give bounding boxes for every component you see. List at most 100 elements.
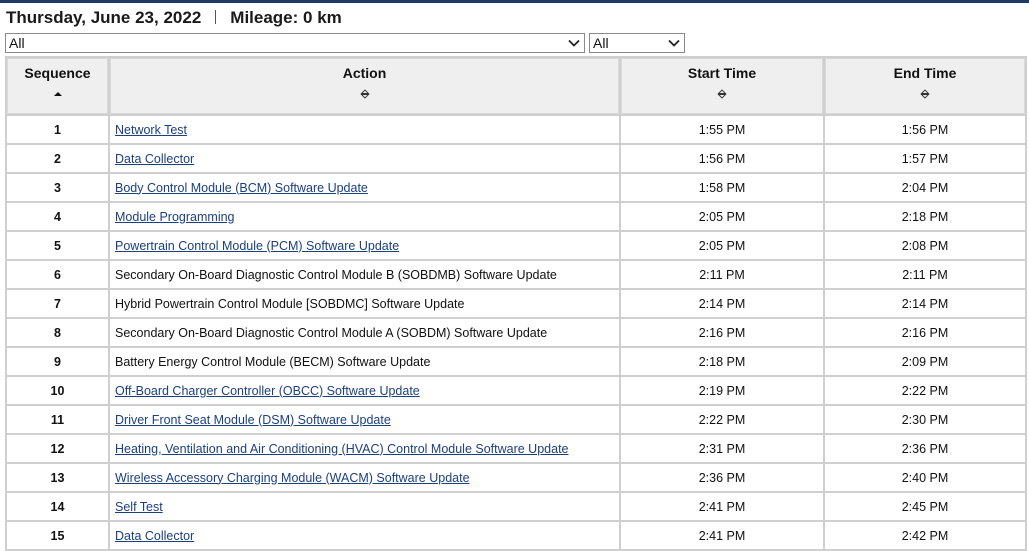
sequence-cell: 15 — [7, 522, 108, 549]
action-cell: Secondary On-Board Diagnostic Control Mo… — [110, 261, 619, 288]
action-text: Battery Energy Control Module (BECM) Sof… — [115, 354, 431, 369]
sequence-cell: 3 — [7, 174, 108, 201]
col-header-label: Sequence — [24, 65, 91, 81]
table-row: 1 Network Test 1:55 PM 1:56 PM — [7, 116, 1025, 143]
start-time-cell: 2:22 PM — [621, 406, 823, 433]
start-time-cell: 2:41 PM — [621, 522, 823, 549]
action-cell: Self Test — [110, 493, 619, 520]
action-filter-value: All — [9, 35, 25, 51]
end-time-cell: 2:14 PM — [825, 290, 1025, 317]
end-time-cell: 2:04 PM — [825, 174, 1025, 201]
table-row: 10 Off-Board Charger Controller (OBCC) So… — [7, 377, 1025, 404]
sequence-cell: 12 — [7, 435, 108, 462]
action-link[interactable]: Off-Board Charger Controller (OBCC) Soft… — [115, 384, 420, 398]
action-cell: Secondary On-Board Diagnostic Control Mo… — [110, 319, 619, 346]
start-time-cell: 2:36 PM — [621, 464, 823, 491]
end-time-cell: 2:36 PM — [825, 435, 1025, 462]
table-row: 15 Data Collector 2:41 PM 2:42 PM — [7, 522, 1025, 549]
col-header-end-time[interactable]: End Time — [825, 58, 1025, 114]
table-row: 7 Hybrid Powertrain Control Module [SOBDM… — [7, 290, 1025, 317]
header-separator — [215, 9, 217, 24]
sequence-cell: 2 — [7, 145, 108, 172]
end-time-cell: 2:30 PM — [825, 406, 1025, 433]
action-link[interactable]: Heating, Ventilation and Air Conditionin… — [115, 442, 569, 456]
status-filter-value: All — [593, 35, 609, 51]
sequence-cell: 10 — [7, 377, 108, 404]
end-time-cell: 2:42 PM — [825, 522, 1025, 549]
action-link[interactable]: Powertrain Control Module (PCM) Software… — [115, 239, 399, 253]
start-time-cell: 1:56 PM — [621, 145, 823, 172]
action-cell: Powertrain Control Module (PCM) Software… — [110, 232, 619, 259]
table-row: 6 Secondary On-Board Diagnostic Control M… — [7, 261, 1025, 288]
action-link[interactable]: Network Test — [115, 123, 187, 137]
status-filter-select[interactable]: All — [589, 33, 685, 53]
table-row: 14 Self Test 2:41 PM 2:45 PM — [7, 493, 1025, 520]
action-cell: Heating, Ventilation and Air Conditionin… — [110, 435, 619, 462]
sequence-cell: 13 — [7, 464, 108, 491]
sequence-cell: 4 — [7, 203, 108, 230]
sort-unsorted-icon[interactable] — [717, 89, 727, 99]
table-row: 9 Battery Energy Control Module (BECM) So… — [7, 348, 1025, 375]
col-header-label: End Time — [893, 65, 957, 81]
sort-unsorted-icon[interactable] — [359, 89, 370, 99]
chevron-down-icon — [568, 39, 580, 47]
col-header-label: Start Time — [687, 65, 757, 81]
table-row: 11 Driver Front Seat Module (DSM) Softwar… — [7, 406, 1025, 433]
sequence-cell: 8 — [7, 319, 108, 346]
end-time-cell: 2:22 PM — [825, 377, 1025, 404]
top-rule — [0, 0, 1029, 3]
action-text: Secondary On-Board Diagnostic Control Mo… — [115, 325, 548, 340]
action-cell: Battery Energy Control Module (BECM) Sof… — [110, 348, 619, 375]
start-time-cell: 2:05 PM — [621, 232, 823, 259]
sort-unsorted-icon[interactable] — [920, 89, 930, 99]
start-time-cell: 2:41 PM — [621, 493, 823, 520]
end-time-cell: 2:11 PM — [825, 261, 1025, 288]
end-time-cell: 2:09 PM — [825, 348, 1025, 375]
start-time-cell: 2:05 PM — [621, 203, 823, 230]
action-link[interactable]: Self Test — [115, 500, 163, 514]
action-cell: Data Collector — [110, 522, 619, 549]
sequence-cell: 6 — [7, 261, 108, 288]
start-time-cell: 1:55 PM — [621, 116, 823, 143]
sequence-cell: 9 — [7, 348, 108, 375]
end-time-cell: 2:45 PM — [825, 493, 1025, 520]
start-time-cell: 1:58 PM — [621, 174, 823, 201]
start-time-cell: 2:11 PM — [621, 261, 823, 288]
chevron-down-icon — [668, 39, 680, 47]
end-time-cell: 2:16 PM — [825, 319, 1025, 346]
end-time-cell: 2:08 PM — [825, 232, 1025, 259]
col-header-sequence[interactable]: Sequence — [7, 58, 108, 114]
start-time-cell: 2:18 PM — [621, 348, 823, 375]
table-row: 3 Body Control Module (BCM) Software Upda… — [7, 174, 1025, 201]
action-filter-select[interactable]: All — [5, 33, 585, 53]
table-row: 4 Module Programming 2:05 PM 2:18 PM — [7, 203, 1025, 230]
start-time-cell: 2:16 PM — [621, 319, 823, 346]
action-link[interactable]: Data Collector — [115, 152, 194, 166]
action-link[interactable]: Driver Front Seat Module (DSM) Software … — [115, 413, 391, 427]
action-cell: Module Programming — [110, 203, 619, 230]
action-link[interactable]: Body Control Module (BCM) Software Updat… — [115, 181, 368, 195]
action-cell: Network Test — [110, 116, 619, 143]
mileage-label: Mileage: 0 km — [230, 8, 342, 27]
start-time-cell: 2:19 PM — [621, 377, 823, 404]
col-header-start-time[interactable]: Start Time — [621, 58, 823, 114]
sequence-cell: 7 — [7, 290, 108, 317]
action-link[interactable]: Module Programming — [115, 210, 235, 224]
sort-ascending-icon[interactable] — [53, 89, 63, 99]
end-time-cell: 1:57 PM — [825, 145, 1025, 172]
sequence-cell: 11 — [7, 406, 108, 433]
table-body: 1 Network Test 1:55 PM 1:56 PM 2 Data Collect… — [7, 116, 1025, 549]
end-time-cell: 1:56 PM — [825, 116, 1025, 143]
table-row: 5 Powertrain Control Module (PCM) Softwar… — [7, 232, 1025, 259]
end-time-cell: 2:18 PM — [825, 203, 1025, 230]
action-cell: Off-Board Charger Controller (OBCC) Soft… — [110, 377, 619, 404]
session-header: Thursday, June 23, 2022 Mileage: 0 km — [6, 8, 342, 28]
col-header-action[interactable]: Action — [110, 58, 619, 114]
action-link[interactable]: Data Collector — [115, 529, 194, 543]
session-date: Thursday, June 23, 2022 — [6, 8, 202, 27]
start-time-cell: 2:14 PM — [621, 290, 823, 317]
action-cell: Wireless Accessory Charging Module (WACM… — [110, 464, 619, 491]
action-link[interactable]: Wireless Accessory Charging Module (WACM… — [115, 471, 470, 485]
table-row: 8 Secondary On-Board Diagnostic Control M… — [7, 319, 1025, 346]
table-row: 12 Heating, Ventilation and Air Condition… — [7, 435, 1025, 462]
